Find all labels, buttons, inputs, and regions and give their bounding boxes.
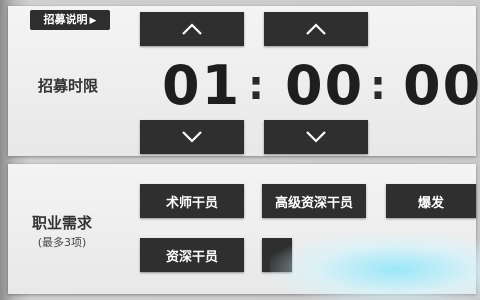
- recruit-help-button[interactable]: 招募说明 ▶: [30, 10, 110, 30]
- tag-caster[interactable]: 术师干员: [140, 184, 244, 218]
- minute-decrease-button[interactable]: [264, 120, 368, 154]
- chevron-down-icon: [182, 131, 202, 143]
- recruit-time-label: 招募时限: [38, 77, 99, 95]
- play-arrow-icon: ▶: [89, 16, 97, 26]
- tag-top-operator[interactable]: 高级资深干员: [262, 184, 366, 218]
- chevron-up-icon: [182, 23, 202, 35]
- hour-increase-button[interactable]: [140, 12, 244, 46]
- time-separator: :: [370, 63, 386, 109]
- chevron-down-icon: [306, 131, 326, 143]
- minutes-display: 00: [285, 54, 365, 117]
- job-requirement-title: 职业需求: [32, 214, 93, 232]
- tag-nuker[interactable]: 爆发: [386, 184, 476, 218]
- hours-display: 01: [162, 54, 242, 117]
- minute-increase-button[interactable]: [264, 12, 368, 46]
- tag-partial-hidden[interactable]: [262, 238, 292, 272]
- hour-decrease-button[interactable]: [140, 120, 244, 154]
- job-requirement-limit: (最多3项): [37, 236, 87, 249]
- time-separator: :: [248, 63, 264, 109]
- help-button-label: 招募说明: [43, 13, 88, 26]
- seconds-display: 00: [403, 54, 480, 117]
- tag-senior-operator[interactable]: 资深干员: [140, 238, 244, 272]
- chevron-up-icon: [306, 23, 326, 35]
- job-requirement-label: 职业需求 (最多3项): [32, 213, 92, 253]
